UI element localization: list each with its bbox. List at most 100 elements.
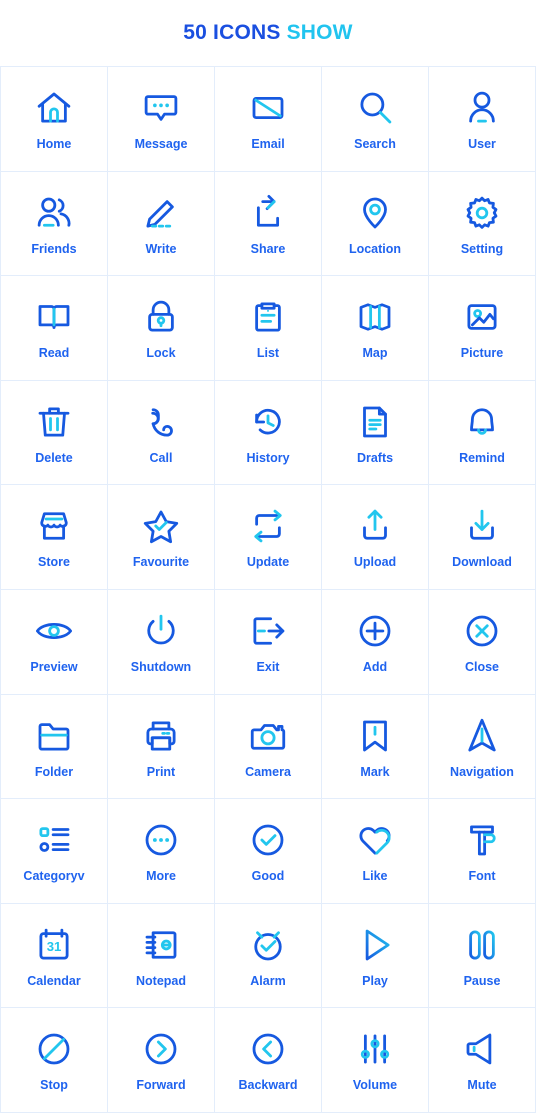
icon-cell-read[interactable]: Read (1, 276, 108, 381)
history-icon[interactable] (247, 401, 289, 452)
icon-cell-lock[interactable]: Lock (108, 276, 215, 381)
icon-cell-download[interactable]: Download (429, 485, 536, 590)
printer-icon[interactable] (140, 715, 182, 766)
share-icon[interactable] (247, 192, 289, 243)
setting-icon[interactable] (461, 192, 503, 243)
sliders-icon[interactable] (354, 1028, 396, 1079)
icon-cell-forward[interactable]: Forward (108, 1008, 215, 1113)
icon-cell-folder[interactable]: Folder (1, 694, 108, 800)
star-icon[interactable] (140, 505, 182, 556)
pause-icon[interactable] (461, 924, 503, 975)
icon-cell-camera[interactable]: Camera (215, 694, 322, 800)
home-icon[interactable] (33, 87, 75, 138)
icon-cell-more[interactable]: More (108, 799, 215, 904)
play-icon[interactable] (354, 924, 396, 975)
document-icon[interactable] (354, 401, 396, 452)
eye-icon[interactable] (33, 610, 75, 661)
icon-cell-print[interactable]: Print (108, 694, 215, 800)
icon-cell-notepad[interactable]: Notepad (108, 903, 215, 1009)
notepad-icon[interactable] (140, 924, 182, 975)
heart-icon[interactable] (354, 819, 396, 870)
trash-icon[interactable] (33, 401, 75, 452)
icon-cell-map[interactable]: Map (322, 276, 429, 381)
exit-icon[interactable] (247, 610, 289, 661)
plus-circle-icon[interactable] (354, 610, 396, 661)
close-circle-icon[interactable] (461, 610, 503, 661)
icon-cell-preview[interactable]: Preview (1, 589, 108, 695)
more-circle-icon[interactable] (140, 819, 182, 870)
icon-cell-delete[interactable]: Delete (1, 380, 108, 486)
map-icon[interactable] (354, 296, 396, 347)
stop-icon[interactable] (33, 1028, 75, 1079)
user-icon[interactable] (461, 87, 503, 138)
icon-cell-message[interactable]: Message (108, 67, 215, 172)
icon-cell-like[interactable]: Like (322, 799, 429, 904)
picture-icon[interactable] (461, 296, 503, 347)
icon-cell-home[interactable]: Home (1, 67, 108, 172)
icon-cell-email[interactable]: Email (215, 67, 322, 172)
search-icon[interactable] (354, 87, 396, 138)
icon-cell-call[interactable]: Call (108, 380, 215, 486)
folder-icon[interactable] (33, 715, 75, 766)
icon-cell-add[interactable]: Add (322, 589, 429, 695)
icon-cell-user[interactable]: User (429, 67, 536, 172)
icon-cell-mute[interactable]: Mute (429, 1008, 536, 1113)
calendar-icon[interactable]: 31 (33, 924, 75, 975)
icon-cell-close[interactable]: Close (429, 589, 536, 695)
icon-cell-location[interactable]: Location (322, 171, 429, 277)
icon-cell-navigation[interactable]: Navigation (429, 694, 536, 800)
mute-icon[interactable] (461, 1028, 503, 1079)
icon-cell-pause[interactable]: Pause (429, 903, 536, 1009)
navigation-icon[interactable] (461, 715, 503, 766)
icon-cell-calendar[interactable]: 31 Calendar (1, 903, 108, 1009)
icon-cell-font[interactable]: Font (429, 799, 536, 904)
icon-cell-backward[interactable]: Backward (215, 1008, 322, 1113)
location-icon[interactable] (354, 192, 396, 243)
icon-cell-history[interactable]: History (215, 380, 322, 486)
icon-cell-shutdown[interactable]: Shutdown (108, 589, 215, 695)
refresh-icon[interactable] (247, 505, 289, 556)
icon-cell-picture[interactable]: Picture (429, 276, 536, 381)
check-circle-icon[interactable] (247, 819, 289, 870)
store-icon[interactable] (33, 505, 75, 556)
icon-cell-volume[interactable]: Volume (322, 1008, 429, 1113)
icon-cell-alarm[interactable]: Alarm (215, 903, 322, 1009)
alarm-icon[interactable] (247, 924, 289, 975)
book-icon[interactable] (33, 296, 75, 347)
chevron-right-circle-icon[interactable] (140, 1028, 182, 1079)
phone-icon[interactable] (140, 401, 182, 452)
icon-cell-category[interactable]: Categoryv (1, 799, 108, 904)
icon-cell-good[interactable]: Good (215, 799, 322, 904)
clipboard-icon[interactable] (247, 296, 289, 347)
camera-icon[interactable] (247, 715, 289, 766)
category-list-icon[interactable] (33, 819, 75, 870)
icon-cell-play[interactable]: Play (322, 903, 429, 1009)
icon-cell-search[interactable]: Search (322, 67, 429, 172)
icon-cell-exit[interactable]: Exit (215, 589, 322, 695)
write-icon[interactable] (140, 192, 182, 243)
icon-cell-store[interactable]: Store (1, 485, 108, 590)
icon-cell-setting[interactable]: Setting (429, 171, 536, 277)
icon-cell-update[interactable]: Update (215, 485, 322, 590)
icon-cell-stop[interactable]: Stop (1, 1008, 108, 1113)
icon-cell-drafts[interactable]: Drafts (322, 380, 429, 486)
friends-icon[interactable] (33, 192, 75, 243)
font-icon[interactable] (461, 819, 503, 870)
download-icon[interactable] (461, 505, 503, 556)
bell-icon[interactable] (461, 401, 503, 452)
lock-icon[interactable] (140, 296, 182, 347)
icon-cell-write[interactable]: Write (108, 171, 215, 277)
icon-cell-favourite[interactable]: Favourite (108, 485, 215, 590)
icon-cell-upload[interactable]: Upload (322, 485, 429, 590)
icon-cell-remind[interactable]: Remind (429, 380, 536, 486)
icon-cell-share[interactable]: Share (215, 171, 322, 277)
bookmark-icon[interactable] (354, 715, 396, 766)
upload-icon[interactable] (354, 505, 396, 556)
icon-cell-friends[interactable]: Friends (1, 171, 108, 277)
power-icon[interactable] (140, 610, 182, 661)
icon-cell-list[interactable]: List (215, 276, 322, 381)
message-icon[interactable] (140, 87, 182, 138)
icon-cell-mark[interactable]: Mark (322, 694, 429, 800)
chevron-left-circle-icon[interactable] (247, 1028, 289, 1079)
email-icon[interactable] (247, 87, 289, 138)
